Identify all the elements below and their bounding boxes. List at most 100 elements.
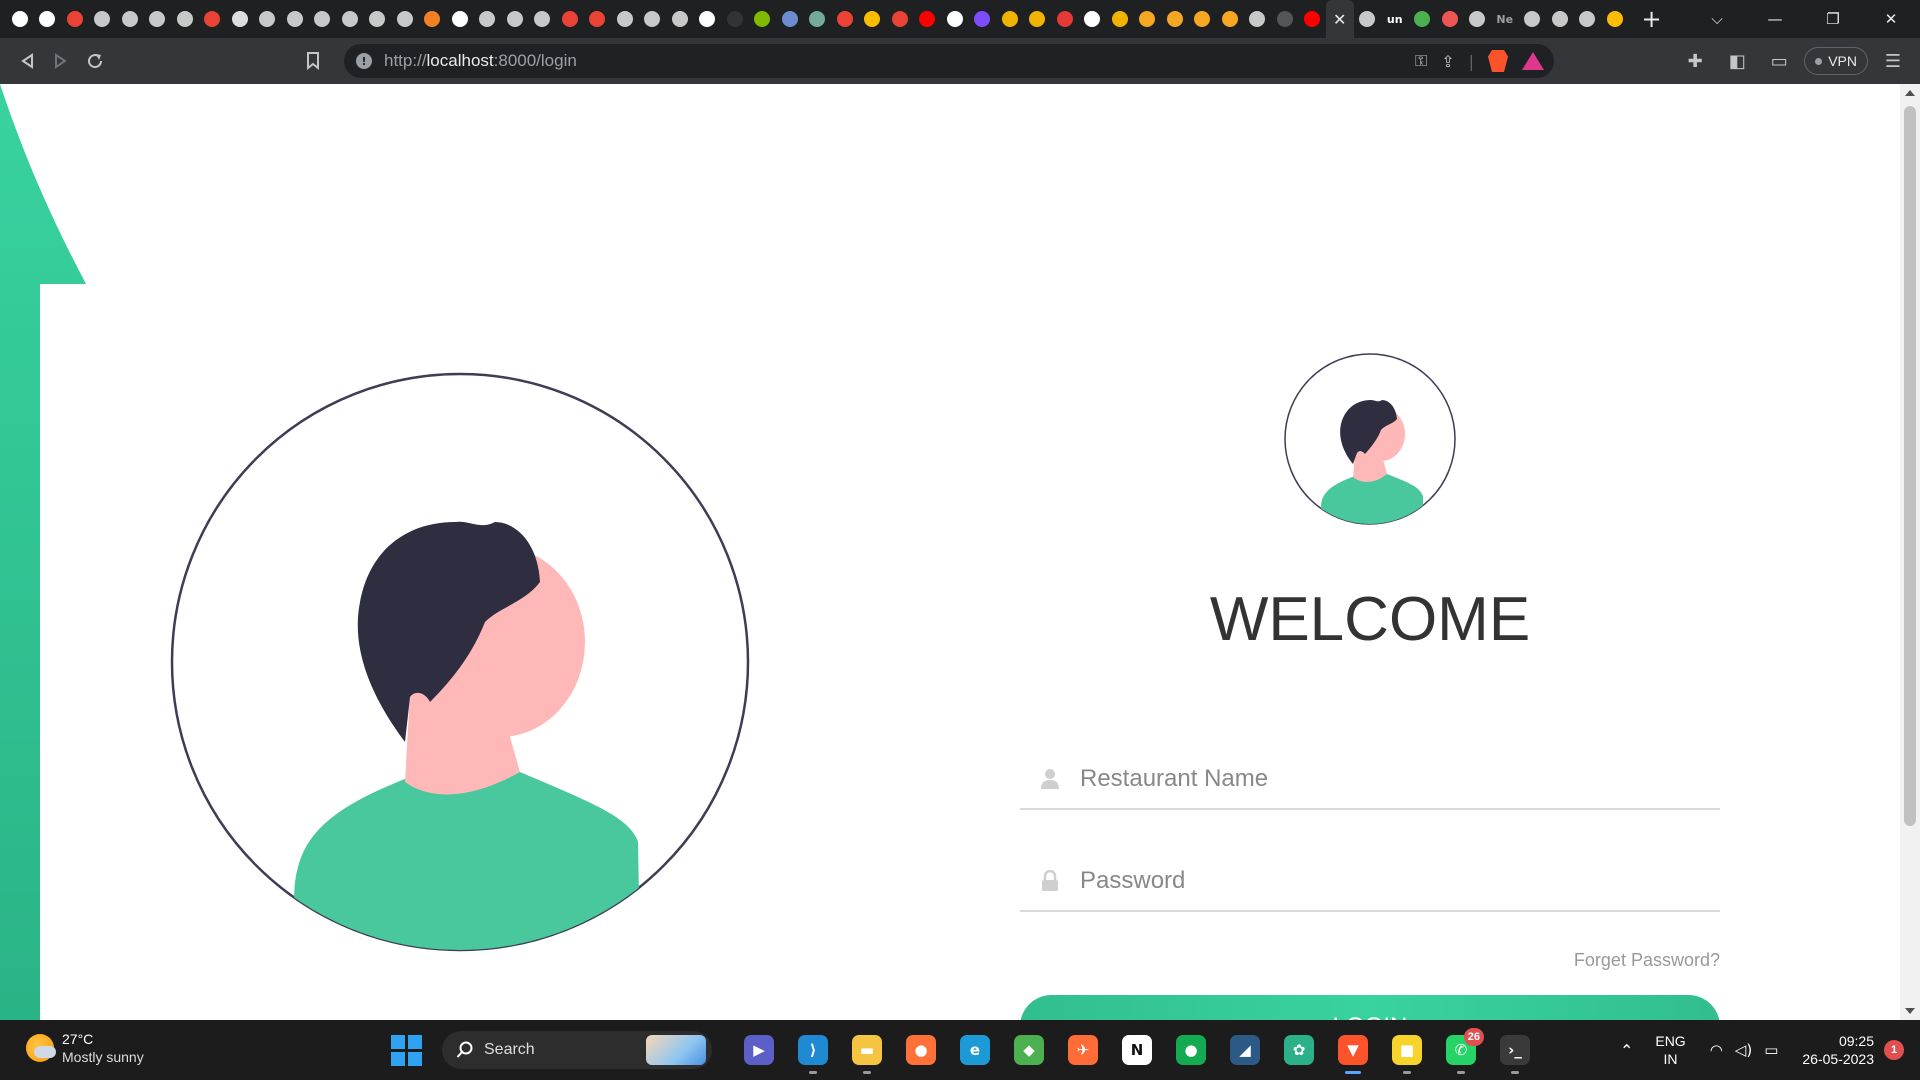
- menu-icon[interactable]: ☰: [1876, 44, 1910, 78]
- tab-search-icon[interactable]: ⌵: [1688, 10, 1746, 28]
- browser-tab[interactable]: [199, 0, 227, 38]
- browser-tab[interactable]: [1546, 0, 1574, 38]
- notification-badge[interactable]: 1: [1884, 1040, 1904, 1060]
- browser-tab[interactable]: [1601, 0, 1629, 38]
- browser-tab[interactable]: [446, 0, 474, 38]
- url-text[interactable]: http://localhost:8000/login: [384, 51, 577, 71]
- browser-tab[interactable]: [584, 0, 612, 38]
- browser-tab[interactable]: [1574, 0, 1602, 38]
- share-icon[interactable]: ⇪: [1441, 52, 1454, 71]
- browser-tab[interactable]: [34, 0, 62, 38]
- brave-rewards-icon[interactable]: [1522, 52, 1544, 70]
- restaurant-name-input[interactable]: [1080, 765, 1680, 793]
- browser-tab[interactable]: [831, 0, 859, 38]
- vpn-button[interactable]: VPN: [1804, 47, 1868, 75]
- browser-tab[interactable]: [1354, 0, 1382, 38]
- browser-tab[interactable]: [1409, 0, 1437, 38]
- whatsapp-app[interactable]: ✆ 26: [1438, 1026, 1484, 1074]
- sidebar-icon[interactable]: ◧: [1720, 44, 1754, 78]
- browser-tab[interactable]: [1189, 0, 1217, 38]
- scroll-up-icon[interactable]: [1905, 90, 1915, 96]
- password-input[interactable]: [1080, 867, 1680, 895]
- browser-tab[interactable]: [474, 0, 502, 38]
- site-info-icon[interactable]: !: [356, 53, 372, 69]
- key-icon[interactable]: ⚿: [1415, 51, 1427, 71]
- firefox-app[interactable]: ●: [898, 1026, 944, 1074]
- browser-tab[interactable]: [941, 0, 969, 38]
- browser-tab[interactable]: [364, 0, 392, 38]
- language-indicator[interactable]: ENG IN: [1655, 1032, 1685, 1068]
- browser-tab[interactable]: [281, 0, 309, 38]
- browser-tab[interactable]: [254, 0, 282, 38]
- restore-icon[interactable]: ❐: [1804, 10, 1862, 28]
- mongodb-app[interactable]: ●: [1168, 1026, 1214, 1074]
- browser-tab[interactable]: [914, 0, 942, 38]
- browser-tab[interactable]: [749, 0, 777, 38]
- browser-tab[interactable]: [1244, 0, 1272, 38]
- wallet-icon[interactable]: ▭: [1762, 44, 1796, 78]
- browser-tab[interactable]: [969, 0, 997, 38]
- explorer-app[interactable]: ▬: [844, 1026, 890, 1074]
- weather-widget[interactable]: 27°C Mostly sunny: [26, 1030, 144, 1066]
- browser-tab[interactable]: [226, 0, 254, 38]
- browser-tab[interactable]: [116, 0, 144, 38]
- terminal-app[interactable]: ›_: [1492, 1026, 1538, 1074]
- vscode-app[interactable]: ⟩: [790, 1026, 836, 1074]
- close-window-icon[interactable]: ✕: [1862, 10, 1920, 28]
- browser-tab[interactable]: [391, 0, 419, 38]
- browser-tab[interactable]: [61, 0, 89, 38]
- taskbar-search[interactable]: Search: [442, 1031, 712, 1069]
- page-scrollbar[interactable]: [1900, 84, 1920, 1020]
- notion-app[interactable]: N: [1114, 1026, 1160, 1074]
- start-button[interactable]: [388, 1032, 424, 1068]
- browser-tab[interactable]: [721, 0, 749, 38]
- browser-tab[interactable]: [694, 0, 722, 38]
- browser-tab[interactable]: [859, 0, 887, 38]
- bookmark-button[interactable]: [296, 44, 330, 78]
- postman-app[interactable]: ✈: [1060, 1026, 1106, 1074]
- chevron-up-icon[interactable]: ⌃: [1620, 1041, 1633, 1060]
- browser-tab[interactable]: [1134, 0, 1162, 38]
- browser-tab[interactable]: [1271, 0, 1299, 38]
- back-button[interactable]: [10, 44, 44, 78]
- new-tab-button[interactable]: +: [1635, 5, 1669, 33]
- browser-tab[interactable]: [1464, 0, 1492, 38]
- browser-tab[interactable]: [556, 0, 584, 38]
- browser-tab[interactable]: [804, 0, 832, 38]
- browser-tab[interactable]: [776, 0, 804, 38]
- mysql-app[interactable]: ◢: [1222, 1026, 1268, 1074]
- quick-settings[interactable]: ◠ ◁) ▭: [1710, 1041, 1779, 1059]
- login-button[interactable]: LOGIN: [1020, 995, 1720, 1020]
- browser-tab[interactable]: [639, 0, 667, 38]
- browser-tab[interactable]: [886, 0, 914, 38]
- browser-tab[interactable]: [529, 0, 557, 38]
- close-icon[interactable]: ✕: [1333, 10, 1346, 29]
- minimize-icon[interactable]: —: [1746, 10, 1804, 28]
- edge-app[interactable]: e: [952, 1026, 998, 1074]
- scroll-thumb[interactable]: [1904, 106, 1916, 826]
- browser-tab[interactable]: [1024, 0, 1052, 38]
- browser-tab[interactable]: [1106, 0, 1134, 38]
- browser-tab[interactable]: [1436, 0, 1464, 38]
- sticky-notes-app[interactable]: ■: [1384, 1026, 1430, 1074]
- extensions-icon[interactable]: ✚: [1678, 44, 1712, 78]
- teams-app[interactable]: ▶: [736, 1026, 782, 1074]
- browser-tab[interactable]: [336, 0, 364, 38]
- browser-tab[interactable]: [611, 0, 639, 38]
- forgot-password-link[interactable]: Forget Password?: [1574, 950, 1720, 971]
- browser-tab[interactable]: [1299, 0, 1327, 38]
- browser-tab[interactable]: [309, 0, 337, 38]
- browser-tab[interactable]: ✕: [1326, 0, 1354, 38]
- browser-tab[interactable]: [1079, 0, 1107, 38]
- browser-tab[interactable]: [666, 0, 694, 38]
- git-app[interactable]: ◆: [1006, 1026, 1052, 1074]
- brave-shields-icon[interactable]: [1488, 50, 1508, 72]
- forward-button[interactable]: [44, 44, 78, 78]
- browser-tab[interactable]: [1161, 0, 1189, 38]
- browser-tab[interactable]: [1519, 0, 1547, 38]
- scroll-down-icon[interactable]: [1905, 1008, 1915, 1014]
- browser-tab[interactable]: [419, 0, 447, 38]
- browser-tab[interactable]: Ne: [1491, 0, 1519, 38]
- browser-tab[interactable]: [996, 0, 1024, 38]
- browser-tab[interactable]: [501, 0, 529, 38]
